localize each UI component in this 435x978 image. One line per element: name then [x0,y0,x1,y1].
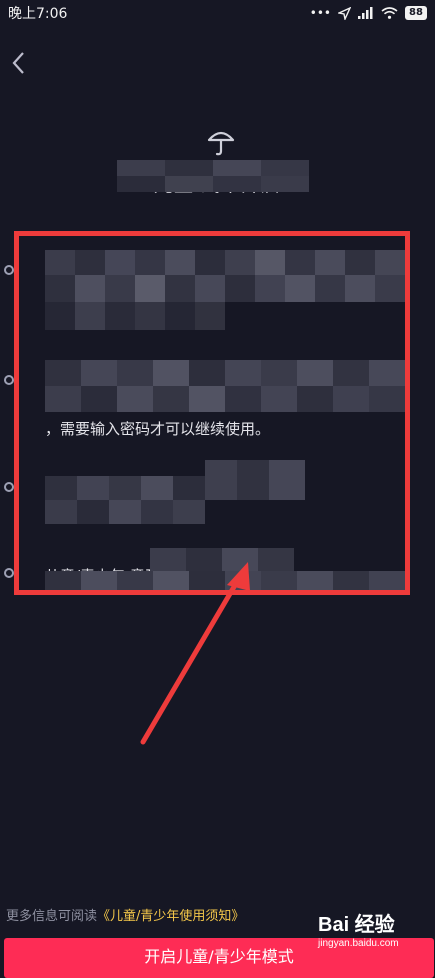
redacted-block-1 [45,250,405,330]
wifi-icon [381,7,398,19]
watermark-url: jingyan.baidu.com [318,938,399,949]
item-2-bullet [4,375,14,385]
footer-note-prefix: 更多信息可阅读 [6,909,98,924]
item-1-bullet [4,265,14,275]
redacted-block-3 [45,460,305,524]
status-time: 晚上7:06 [8,6,68,22]
umbrella-icon [207,131,235,156]
battery-icon: 88 [405,6,427,20]
back-button[interactable] [4,46,32,80]
redacted-block-2 [45,360,405,412]
status-bar: 晚上7:06 ••• 88 [0,0,435,26]
chevron-left-icon [12,52,24,74]
redacted-block-4 [45,548,405,594]
dots-icon: ••• [309,6,331,20]
item-3-bullet [4,482,14,492]
title-mosaic [117,160,357,192]
watermark-logo: Bai 经验 [318,914,395,936]
location-icon [338,6,351,20]
item-4-bullet [4,568,14,578]
footer-note: 更多信息可阅读《儿童/青少年使用须知》 [6,905,244,924]
status-icons: ••• 88 [310,6,427,20]
guidelines-link[interactable]: 《儿童/青少年使用须知》 [97,909,244,924]
signal-icon [358,7,373,19]
item-2-text: ，需要输入密码才可以继续使用。 [45,420,271,438]
baidu-jingyan-watermark: Bai 经验 jingyan.baidu.com [318,908,430,949]
